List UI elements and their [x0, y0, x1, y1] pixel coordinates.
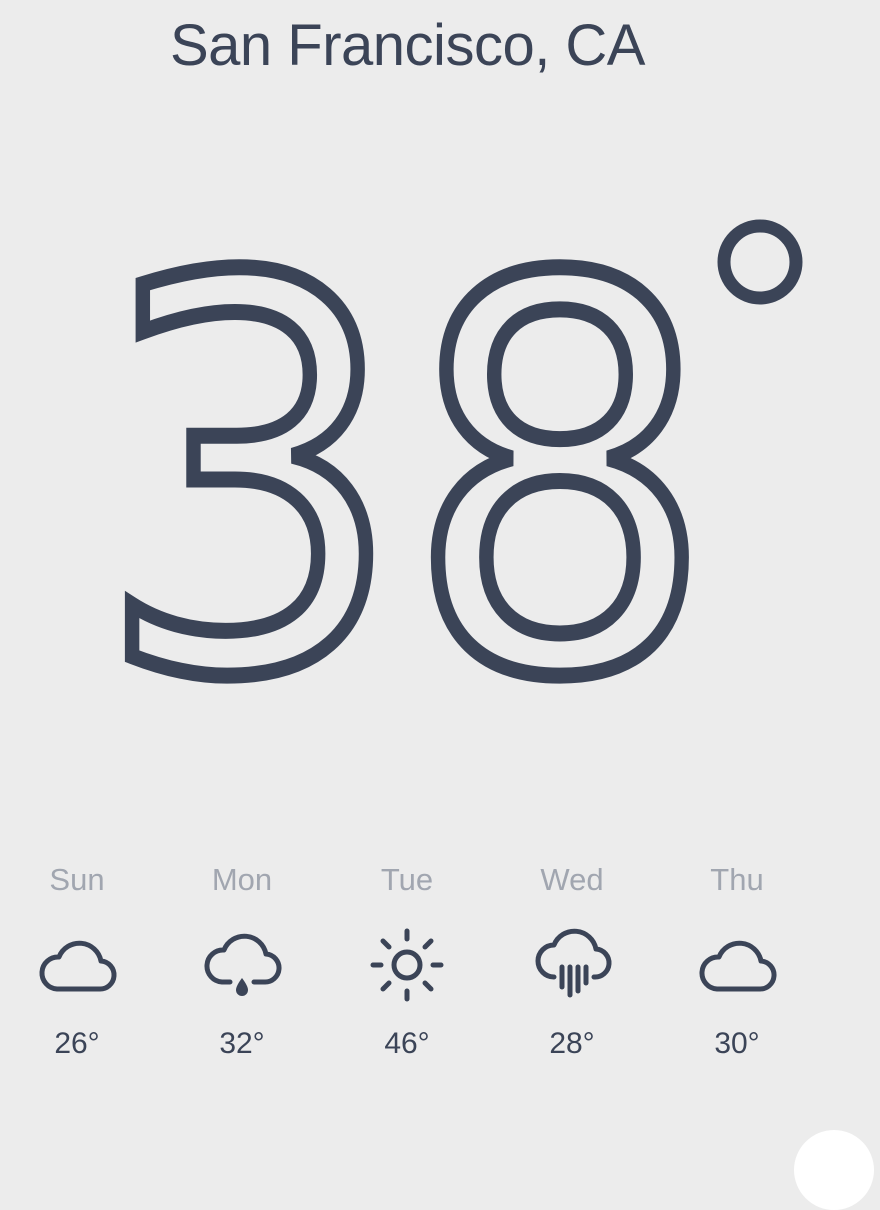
forecast-day-sun[interactable]: Sun 26°	[7, 850, 147, 1064]
current-temperature: 38	[95, 168, 715, 760]
day-temperature: 32°	[219, 1027, 265, 1060]
weather-screen: { "location": { "city": "San Francisco, …	[0, 0, 880, 1210]
forecast-row: Sun 26° Mon 32° Tue 46° Wed 28° Thu 30°	[0, 850, 880, 1110]
day-label: Mon	[211, 862, 273, 897]
day-temperature: 28°	[549, 1027, 595, 1060]
cloud-icon	[39, 940, 117, 992]
cloud-icon	[699, 940, 777, 992]
degree-symbol	[717, 219, 803, 305]
current-temperature-display: 38	[87, 160, 803, 760]
cloud-drizzle-icon	[204, 933, 282, 996]
day-label: Tue	[380, 862, 434, 897]
forecast-day-thu[interactable]: Thu 30°	[667, 850, 807, 1064]
day-temperature: 30°	[714, 1027, 760, 1060]
day-label: Wed	[540, 862, 604, 897]
day-temperature: 46°	[384, 1027, 430, 1060]
floating-action-button[interactable]	[794, 1130, 874, 1210]
sun-icon	[370, 928, 444, 1002]
forecast-day-mon[interactable]: Mon 32°	[172, 850, 312, 1064]
cloud-rain-icon	[535, 928, 612, 998]
forecast-day-tue[interactable]: Tue 46°	[337, 850, 477, 1064]
day-label: Sun	[49, 862, 105, 897]
forecast-day-wed[interactable]: Wed 28°	[502, 850, 642, 1064]
day-temperature: 26°	[54, 1027, 100, 1060]
day-label: Thu	[710, 862, 764, 897]
